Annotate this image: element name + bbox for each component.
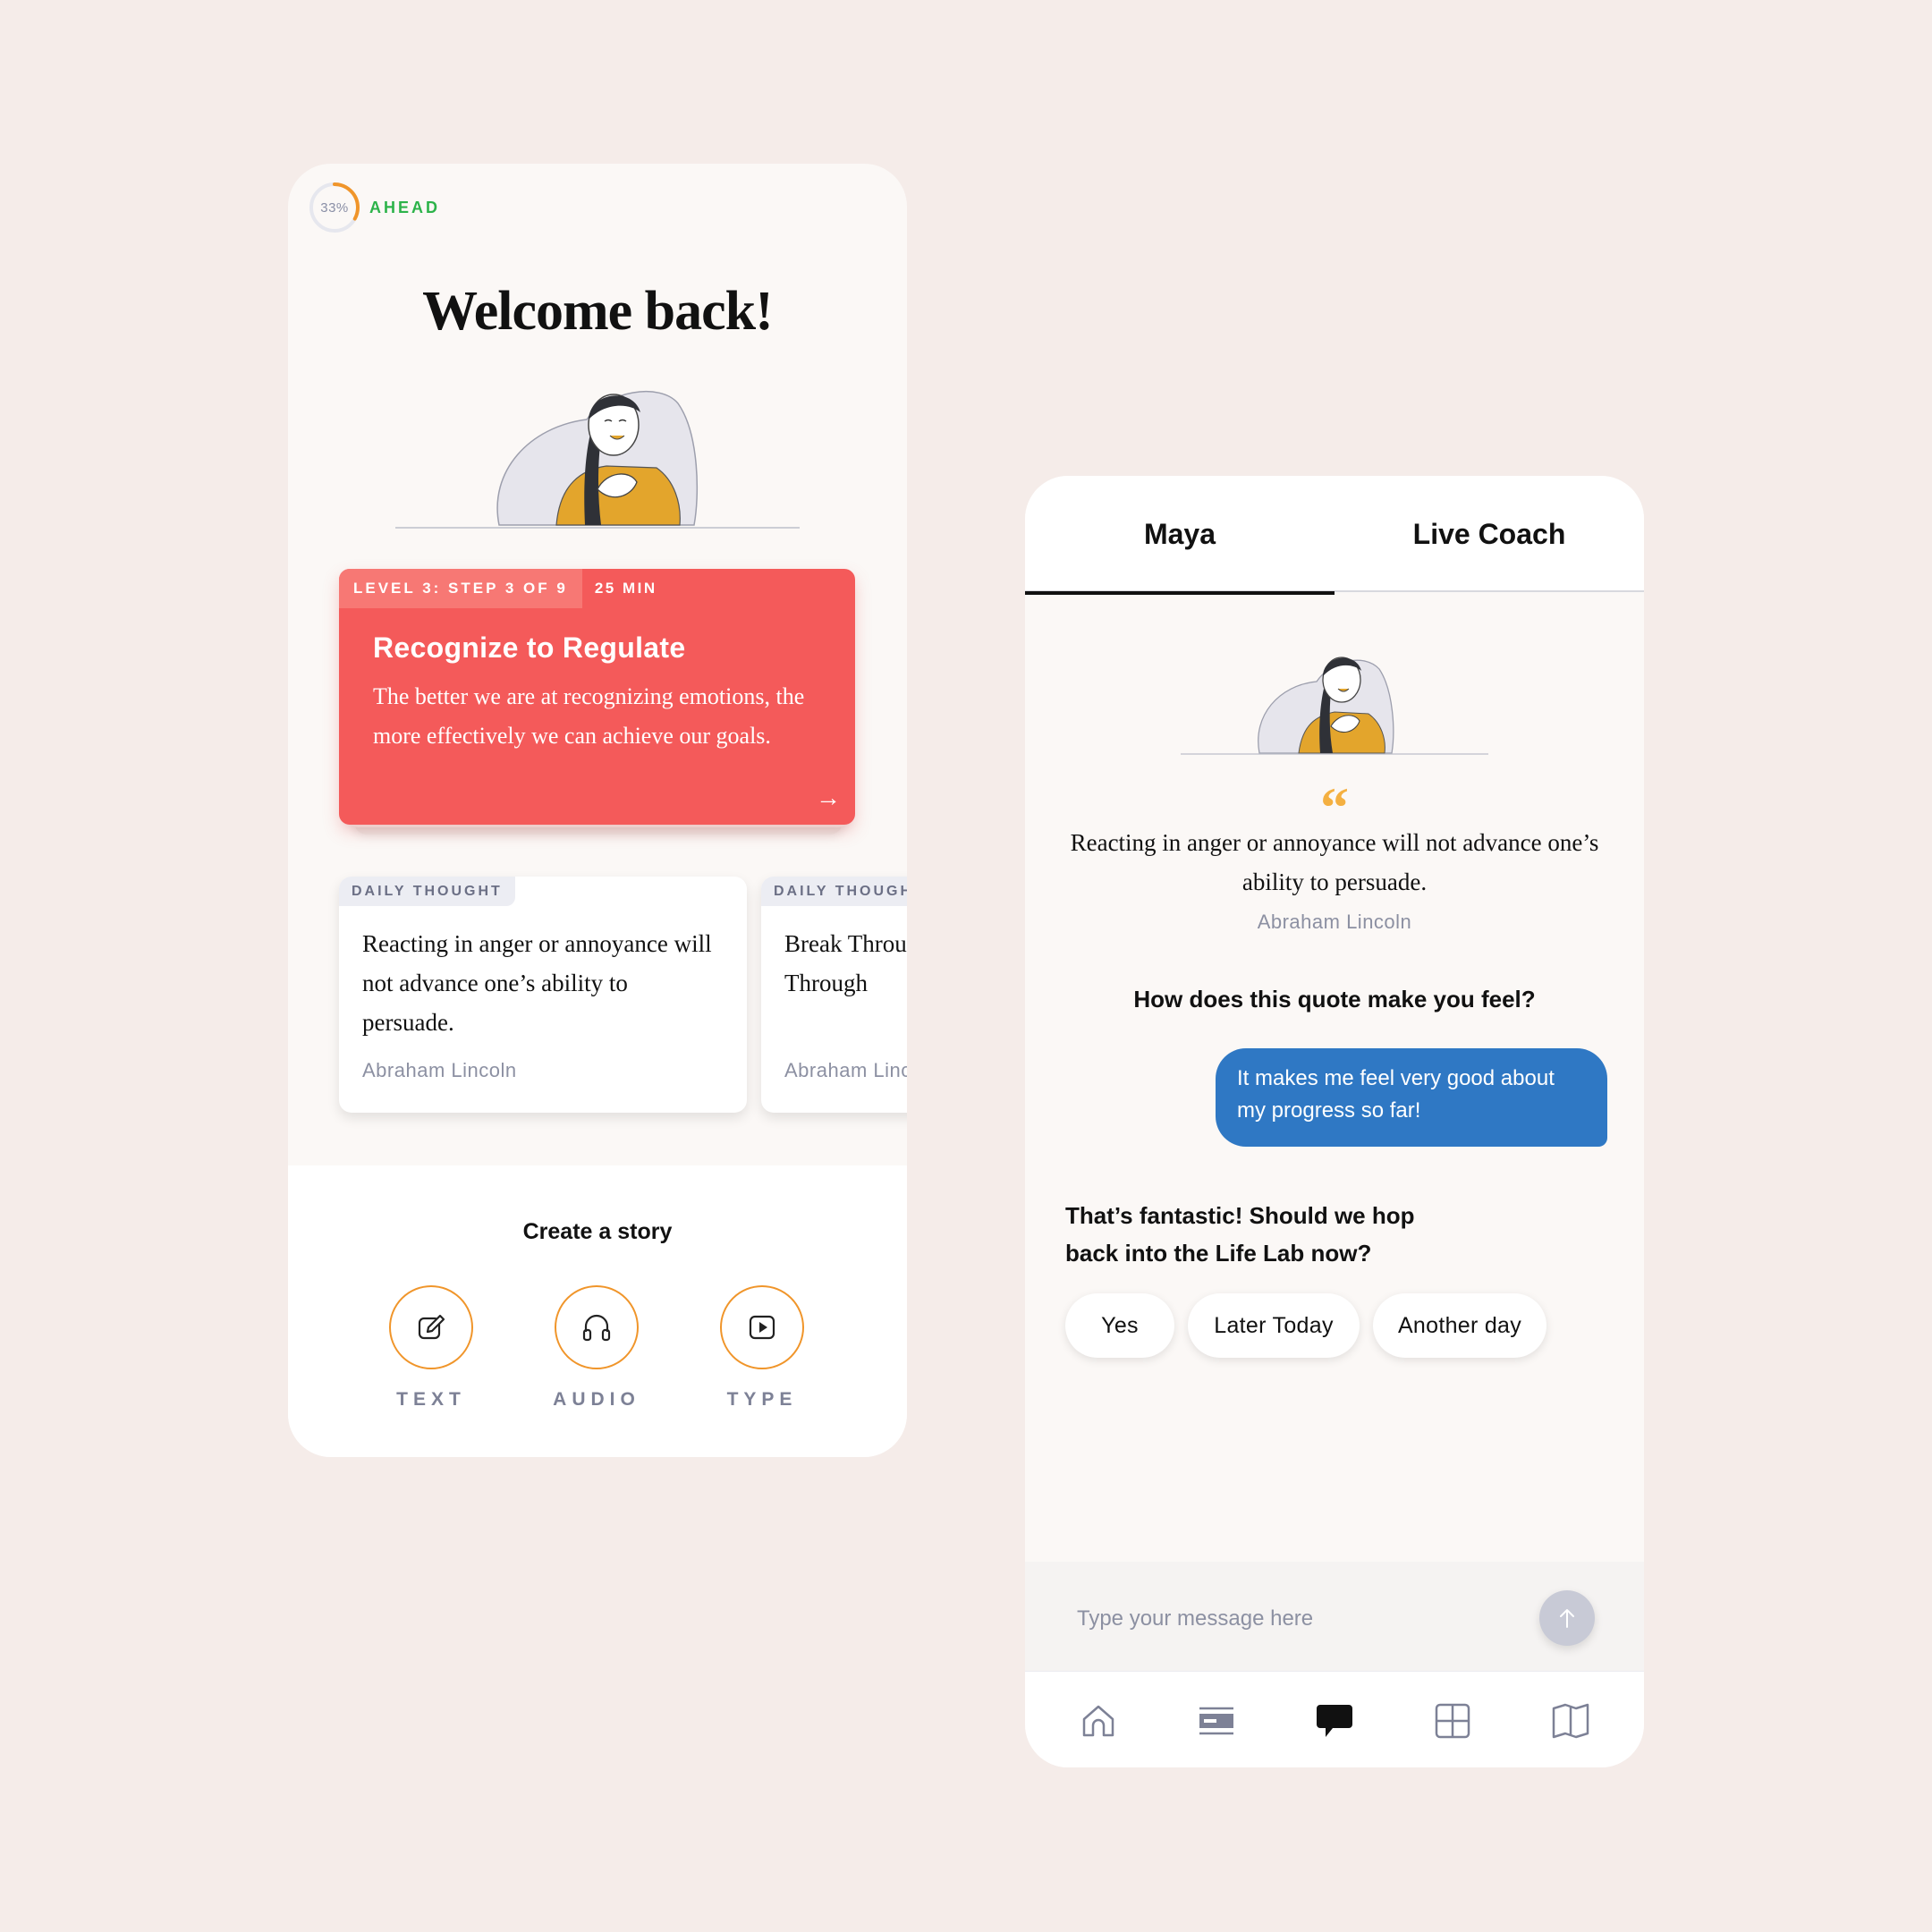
grid-icon <box>1435 1703 1470 1739</box>
lesson-description: The better we are at recognizing emotion… <box>373 683 805 749</box>
daily-thought-tag: DAILY THOUGHT <box>761 877 907 906</box>
create-story-type-label: TYPE <box>726 1389 798 1410</box>
coach-illustration-icon <box>395 391 800 529</box>
create-story-audio-label: AUDIO <box>553 1389 640 1410</box>
coach-avatar-illustration-icon <box>1181 657 1488 755</box>
daily-thought-author: Abraham Lincoln <box>362 1059 517 1081</box>
arrow-right-icon[interactable]: → <box>816 784 841 812</box>
quick-reply-later-today[interactable]: Later Today <box>1188 1293 1360 1358</box>
coach-question: How does this quote make you feel? <box>1133 986 1536 1013</box>
create-story-type-button[interactable]: TYPE <box>708 1285 816 1411</box>
nav-library[interactable] <box>1544 1699 1597 1743</box>
play-icon <box>749 1315 775 1340</box>
daily-thought-quote: Reacting in anger or annoyance will not … <box>362 930 712 1036</box>
create-story-title: Create a story <box>522 1219 673 1244</box>
message-input[interactable] <box>1077 1601 1506 1637</box>
edit-icon <box>418 1314 445 1340</box>
chat-tabs: Maya Live Coach <box>1025 476 1644 595</box>
quick-reply-another-day[interactable]: Another day <box>1373 1293 1546 1358</box>
user-message-bubble: It makes me feel very good about my prog… <box>1216 1048 1607 1147</box>
daily-thought-author: Abraham Lincoln <box>784 1059 907 1081</box>
send-button[interactable] <box>1539 1590 1595 1646</box>
lesson-level-step: LEVEL 3: STEP 3 OF 9 <box>339 569 582 608</box>
create-story-text-button[interactable]: TEXT <box>377 1285 485 1411</box>
chat-icon <box>1317 1705 1352 1737</box>
message-composer <box>1025 1562 1644 1671</box>
progress-percent: 33% <box>320 199 349 216</box>
nav-home[interactable] <box>1072 1699 1125 1743</box>
daily-thought-tag: DAILY THOUGHT <box>339 877 515 906</box>
active-tab-indicator <box>1025 591 1335 595</box>
quote-mark-icon: “ <box>1320 775 1349 839</box>
progress-indicator[interactable]: 33% AHEAD <box>309 182 440 233</box>
daily-thought-quote: Break Through Fear. Break Through <box>784 930 907 996</box>
coach-message: That’s fantastic! Should we hop back int… <box>1065 1202 1415 1267</box>
create-story-text-label: TEXT <box>396 1389 466 1410</box>
daily-thought-card[interactable]: DAILY THOUGHT Break Through Fear. Break … <box>761 877 907 1113</box>
book-icon <box>1552 1703 1589 1739</box>
tab-live-coach[interactable]: Live Coach <box>1335 476 1644 592</box>
current-lesson-card[interactable]: LEVEL 3: STEP 3 OF 9 25 MIN Recognize to… <box>339 569 855 825</box>
chat-quote-author: Abraham Lincoln <box>1257 911 1412 933</box>
cards-icon <box>1199 1707 1233 1735</box>
nav-chat[interactable] <box>1308 1699 1361 1743</box>
nav-lessons[interactable] <box>1190 1699 1243 1743</box>
tab-live-coach-label: Live Coach <box>1412 517 1566 550</box>
progress-status: AHEAD <box>369 198 441 216</box>
page-title: Welcome back! <box>422 281 774 342</box>
tab-maya-label: Maya <box>1143 517 1216 550</box>
arrow-up-icon <box>1560 1609 1574 1628</box>
create-story-audio-button[interactable]: AUDIO <box>543 1285 650 1411</box>
lesson-duration: 25 MIN <box>594 580 657 597</box>
chat-quote-text: Reacting in anger or annoyance will not … <box>1070 829 1599 895</box>
headphones-icon <box>582 1314 611 1342</box>
chat-screen: Maya Live Coach “ Reacting in anger or a… <box>1025 476 1644 1767</box>
bottom-navigation <box>1025 1671 1644 1767</box>
nav-grid[interactable] <box>1426 1699 1479 1743</box>
daily-thought-card[interactable]: DAILY THOUGHT Reacting in anger or annoy… <box>339 877 747 1113</box>
home-icon <box>1082 1705 1114 1737</box>
quick-reply-yes[interactable]: Yes <box>1065 1293 1174 1358</box>
home-screen: 33% AHEAD Welcome back! LEVEL 3: STEP 3 … <box>288 164 907 1457</box>
lesson-title: Recognize to Regulate <box>373 631 686 664</box>
create-story-panel: Create a story TEXT AUDIO TYPE <box>288 1165 907 1457</box>
tab-maya[interactable]: Maya <box>1025 476 1335 595</box>
